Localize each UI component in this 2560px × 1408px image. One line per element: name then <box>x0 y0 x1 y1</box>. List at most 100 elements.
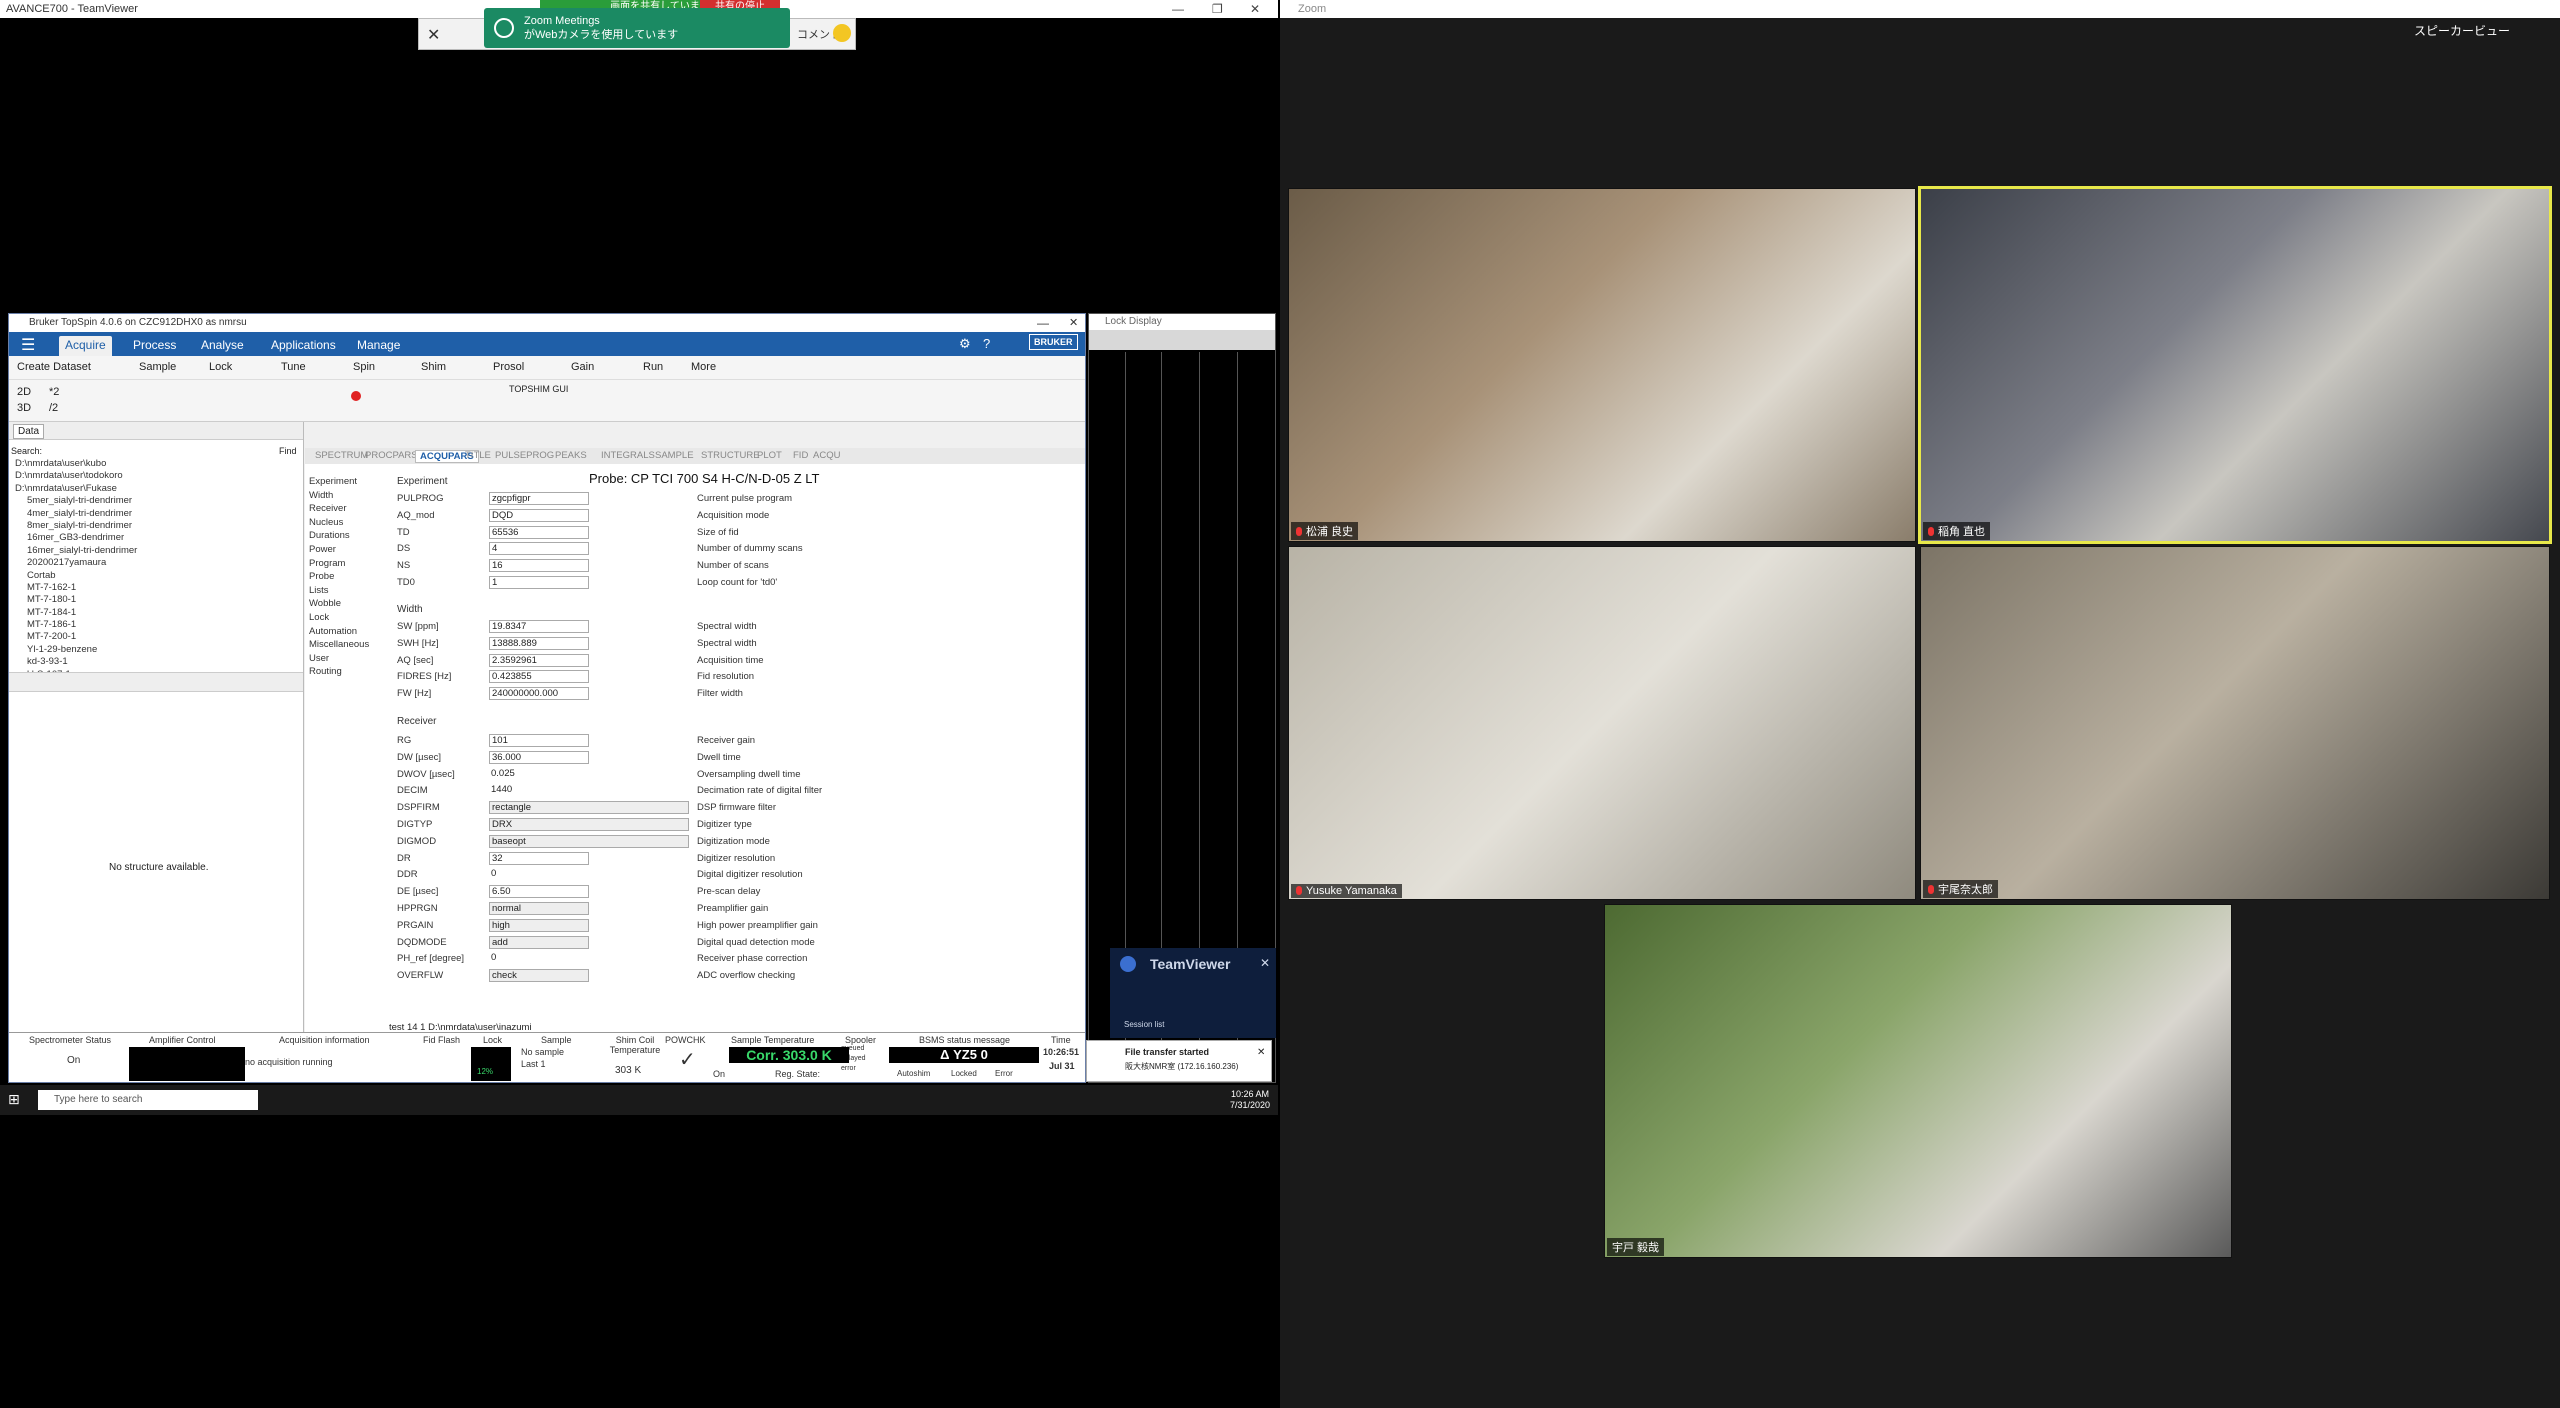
tab-analyse[interactable]: Analyse <box>195 336 250 356</box>
speaker-view-button[interactable]: スピーカービュー <box>2414 22 2510 39</box>
param-value[interactable]: add <box>489 935 589 949</box>
tab-data[interactable]: Data <box>13 424 45 439</box>
tree-item[interactable]: 4mer_sialyl-tri-dendrimer <box>15 508 295 520</box>
param-value[interactable]: zgcpfigpr <box>489 492 589 505</box>
autoshim-label[interactable]: Autoshim <box>897 1069 930 1078</box>
tree-item[interactable]: 16mer_GB3-dendrimer <box>15 532 295 544</box>
param-value[interactable]: 19.8347 <box>489 620 589 633</box>
close-icon[interactable]: ✕ <box>1069 314 1078 332</box>
param-tab[interactable]: SPECTRUM <box>315 450 368 461</box>
param-category[interactable]: Lists <box>309 585 329 596</box>
gain-button[interactable]: Gain <box>571 361 594 373</box>
param-value[interactable]: 1 <box>489 576 589 589</box>
video-tile[interactable]: 松浦 良史 <box>1288 188 1916 542</box>
tune-button[interactable]: Tune <box>281 361 306 373</box>
prosol-button[interactable]: Prosol <box>493 361 524 373</box>
param-category[interactable]: Experiment <box>309 476 357 487</box>
param-category[interactable]: Lock <box>309 612 329 623</box>
video-tile[interactable]: 宇尾奈太郎 <box>1920 546 2550 900</box>
video-tile[interactable]: 宇戸 毅哉 <box>1604 904 2232 1258</box>
sample-button[interactable]: Sample <box>139 361 176 373</box>
param-tab[interactable]: PEAKS <box>555 450 587 461</box>
param-tab[interactable]: TITLE <box>465 450 491 461</box>
param-category[interactable]: Program <box>309 558 345 569</box>
param-value[interactable]: DRX <box>489 818 689 831</box>
close-icon[interactable]: ✕ <box>1250 0 1260 18</box>
param-value[interactable]: 0.423855 <box>489 670 589 684</box>
param-value[interactable]: 6.50 <box>489 885 589 899</box>
param-value[interactable]: 16 <box>489 559 589 573</box>
close-icon[interactable]: ✕ <box>1260 956 1270 970</box>
param-value[interactable]: 13888.889 <box>489 636 589 650</box>
param-value[interactable]: 32 <box>489 851 589 865</box>
scale-down-button[interactable]: /2 <box>49 402 58 414</box>
tree-item[interactable]: MT-7-186-1 <box>15 619 295 631</box>
param-value[interactable]: 36.000 <box>489 750 589 764</box>
more-button[interactable]: More <box>691 361 716 373</box>
param-value[interactable]: high <box>489 918 589 932</box>
param-category[interactable]: Routing <box>309 666 342 677</box>
param-category[interactable]: User <box>309 653 329 664</box>
file-transfer-toast[interactable]: File transfer started 阪大核NMR室 (172.16.16… <box>1086 1040 1272 1082</box>
close-icon[interactable]: ✕ <box>1257 1047 1265 1058</box>
session-list[interactable]: Session list <box>1124 1020 1164 1029</box>
hamburger-icon[interactable]: ☰ <box>21 335 35 355</box>
param-tab[interactable]: PLOT <box>757 450 782 461</box>
scale-up-button[interactable]: *2 <box>49 386 59 398</box>
param-value[interactable]: check <box>489 969 589 983</box>
minimize-icon[interactable]: — <box>1037 314 1049 332</box>
param-tab[interactable]: FID <box>793 450 808 461</box>
tree-item[interactable]: kd-3-93-1 <box>15 656 295 668</box>
video-tile[interactable]: Yusuke Yamanaka <box>1288 546 1916 900</box>
param-category[interactable]: Nucleus <box>309 517 343 528</box>
param-category[interactable]: Durations <box>309 530 350 541</box>
param-tab[interactable]: SAMPLE <box>655 450 694 461</box>
param-value[interactable]: baseopt <box>489 834 689 848</box>
tree-item[interactable]: 5mer_sialyl-tri-dendrimer <box>15 495 295 507</box>
param-section-receiver[interactable]: Receiver <box>397 716 436 727</box>
minimize-icon[interactable]: — <box>1172 0 1184 18</box>
topshim-gui-button[interactable]: TOPSHIM GUI <box>509 384 568 394</box>
windows-start-icon[interactable]: ⊞ <box>8 1091 20 1108</box>
tab-applications[interactable]: Applications <box>265 336 342 356</box>
help-icon[interactable]: ? <box>983 336 990 351</box>
dim-3d-button[interactable]: 3D <box>17 402 31 414</box>
taskbar-clock[interactable]: 10:26 AM 7/31/2020 <box>1230 1089 1270 1111</box>
tree-item[interactable]: 20200217yamaura <box>15 557 295 569</box>
tree-item[interactable]: MT-7-184-1 <box>15 607 295 619</box>
restore-icon[interactable]: ❐ <box>1212 0 1223 18</box>
param-value[interactable]: 101 <box>489 734 589 747</box>
emoji-icon[interactable] <box>833 24 851 42</box>
settings-icon[interactable]: ⚙ <box>959 336 971 352</box>
param-tab[interactable]: PULSEPROG <box>495 450 554 461</box>
tree-item[interactable]: MT-7-200-1 <box>15 631 295 643</box>
shim-button[interactable]: Shim <box>421 361 446 373</box>
param-tab[interactable]: PROCPARS <box>365 450 418 461</box>
spin-button[interactable]: Spin <box>353 361 375 373</box>
tab-acquire[interactable]: Acquire <box>59 336 112 356</box>
param-section-experiment[interactable]: Experiment <box>397 476 448 487</box>
param-tab[interactable]: INTEGRALS <box>601 450 655 461</box>
tree-item[interactable]: MT-7-162-1 <box>15 582 295 594</box>
dim-2d-button[interactable]: 2D <box>17 386 31 398</box>
param-value[interactable]: DQD <box>489 508 589 522</box>
param-value[interactable]: 2.3592961 <box>489 653 589 667</box>
create-dataset-button[interactable]: Create Dataset <box>17 361 91 373</box>
param-value[interactable]: rectangle <box>489 801 689 815</box>
tree-item[interactable]: D:\nmrdata\user\todokoro <box>15 470 295 482</box>
param-value[interactable]: 4 <box>489 542 589 556</box>
video-tile-active-speaker[interactable]: 稲角 直也 <box>1918 186 2552 544</box>
param-value[interactable]: 240000000.000 <box>489 687 589 701</box>
tree-item[interactable]: Yl-1-29-benzene <box>15 644 295 656</box>
zoom-meetings-notice[interactable]: Zoom Meetings がWebカメラを使用しています <box>484 8 790 48</box>
tree-item[interactable]: Cortab <box>15 570 295 582</box>
find-button[interactable]: Find <box>279 446 297 456</box>
teamviewer-notification[interactable]: TeamViewer ✕ Session list <box>1110 948 1276 1038</box>
stop-icon[interactable] <box>351 391 361 401</box>
param-category[interactable]: Width <box>309 490 333 501</box>
amplifier-control-label[interactable]: Amplifier Control <box>149 1035 216 1045</box>
close-icon[interactable]: ✕ <box>427 25 440 45</box>
param-category[interactable]: Miscellaneous <box>309 639 369 650</box>
tab-manage[interactable]: Manage <box>351 336 406 356</box>
lock-button[interactable]: Lock <box>209 361 232 373</box>
